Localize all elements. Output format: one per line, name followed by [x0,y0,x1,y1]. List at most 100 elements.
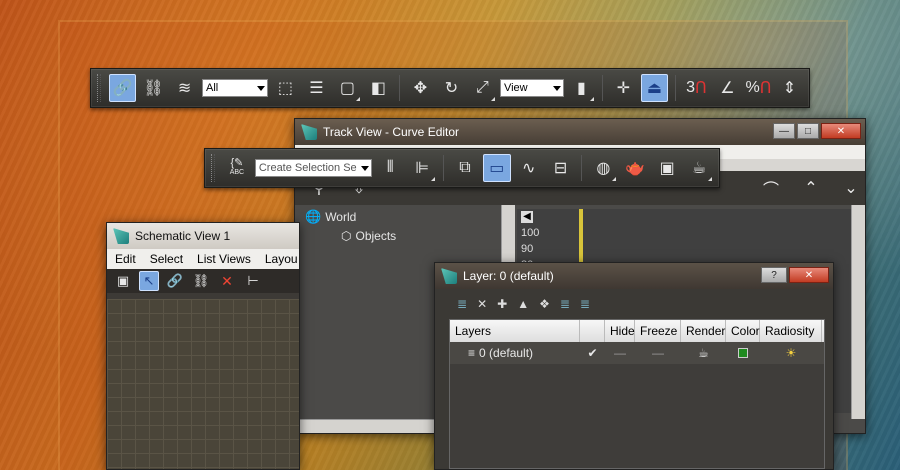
edit-named-selection-icon[interactable]: {✎ ABC [223,154,251,182]
material-editor-icon[interactable]: ◍ [589,154,617,182]
y-tick-90: 90 [521,243,534,255]
hide-toggle[interactable]: — [605,342,635,364]
schematic-canvas[interactable] [107,299,299,469]
named-selection-dropdown[interactable]: Create Selection Se [254,159,373,177]
layer-window-controls: ? ✕ [761,267,829,283]
col-radiosity[interactable]: Radiosity [760,320,822,342]
maximize-button[interactable]: □ [797,123,819,139]
select-in-layer-icon[interactable]: ▲ [517,297,529,311]
active-check-icon[interactable]: ✔ [580,342,605,364]
connect-icon[interactable]: 🔗 [165,271,185,291]
menu-list-views[interactable]: List Views [197,252,251,266]
highlight-layer-icon[interactable]: ❖ [539,297,550,311]
manipulate-icon[interactable]: ✛ [610,74,637,102]
layer-name-cell[interactable]: ≡ 0 (default) [450,342,580,364]
globe-icon: 🌐 [305,209,322,224]
select-and-move-icon[interactable]: ✥ [407,74,434,102]
mirror-icon[interactable]: ⫴ [376,154,404,182]
window-crossing-icon[interactable]: ◧ [365,74,392,102]
spinner-snap-icon[interactable]: ⇕ [776,74,803,102]
select-object-icon[interactable]: ⬚ [272,74,299,102]
tangent-auto-icon[interactable]: ⌒ [757,174,785,202]
rendered-frame-window-icon[interactable]: ▣ [653,154,681,182]
toolbar-separator [581,155,583,181]
schematic-view-icon[interactable]: ⊟ [547,154,575,182]
hide-all-layers-icon[interactable]: ≣ [560,297,570,311]
rectangular-selection-icon[interactable]: ▢ [334,74,361,102]
bind-space-warp-icon[interactable]: ≋ [171,74,198,102]
select-and-link-icon[interactable]: 🔗 [108,74,136,102]
radiosity-sun-icon[interactable]: ☀ [760,342,822,364]
col-render[interactable]: Render [681,320,726,342]
col-spacer [580,320,605,342]
layer-table-header: Layers Hide Freeze Render Color Radiosit… [450,320,824,342]
selection-filter-value: All [206,82,219,94]
reference-coordinate-dropdown[interactable]: View [499,79,564,97]
tangent-fast-icon[interactable]: ⌃ [797,174,825,202]
unlink-selection-icon[interactable]: ⛓ [140,74,167,102]
keyboard-shortcut-override-icon[interactable]: ⏏ [640,74,668,102]
col-color[interactable]: Color [726,320,760,342]
add-to-layer-icon[interactable]: ✚ [497,297,507,311]
cube-icon: ⬡ [341,229,352,243]
freeze-toggle[interactable]: — [635,342,681,364]
selection-filter-dropdown[interactable]: All [202,79,268,97]
col-layers[interactable]: Layers [450,320,580,342]
toolbar-grip[interactable] [97,74,101,102]
layer-table: Layers Hide Freeze Render Color Radiosit… [449,319,825,469]
track-view-titlebar[interactable]: Track View - Curve Editor — □ ✕ [295,119,865,145]
select-icon[interactable]: ↖ [139,271,159,291]
select-and-scale-icon[interactable]: ⤢ [469,74,496,102]
curve-editor-icon[interactable]: ∿ [515,154,543,182]
layer-titlebar[interactable]: Layer: 0 (default) ? ✕ [435,263,833,289]
layer-color-swatch[interactable] [738,348,748,358]
menu-layout[interactable]: Layou [265,252,298,266]
pivot-center-icon[interactable]: ▮ [568,74,595,102]
col-freeze[interactable]: Freeze [635,320,681,342]
create-layer-icon[interactable]: ≣ [457,297,467,311]
close-button[interactable]: ✕ [821,123,861,139]
tree-item-world-label: World [325,210,357,224]
unlink-selected-icon[interactable]: ⛓ [191,271,211,291]
percent-snap-icon[interactable]: % ᑎ [745,74,772,102]
track-view-title: Track View - Curve Editor [323,125,460,139]
freeze-all-layers-icon[interactable]: ≣ [580,297,590,311]
layer-manager-icon[interactable]: ⧉ [451,154,479,182]
close-button[interactable]: ✕ [789,267,829,283]
help-button[interactable]: ? [761,267,787,283]
schematic-view-window: Schematic View 1 Edit Select List Views … [106,222,300,470]
layer-window: Layer: 0 (default) ? ✕ ≣ ✕ ✚ ▲ ❖ ≣ ≣ Lay… [434,262,834,470]
align-icon[interactable]: ⊫ [408,154,436,182]
curve-v-scrollbar[interactable] [851,205,865,419]
display-floater-icon[interactable]: ▣ [113,271,133,291]
select-and-rotate-icon[interactable]: ↻ [438,74,465,102]
layer-title: Layer: 0 (default) [463,269,554,283]
col-hide[interactable]: Hide [605,320,635,342]
toggle-ribbon-icon[interactable]: ▭ [482,154,511,182]
delete-objects-icon[interactable]: ✕ [217,271,237,291]
render-setup-icon[interactable]: 🫖 [621,154,649,182]
schematic-menubar: Edit Select List Views Layou [107,249,299,269]
schematic-title: Schematic View 1 [135,229,231,243]
tangent-slow-icon[interactable]: ⌄ [837,174,865,202]
curve-left-arrow-icon: ◀ [521,211,533,223]
tree-item-world[interactable]: 🌐 World [305,209,505,225]
select-by-name-icon[interactable]: ☰ [303,74,330,102]
menu-select[interactable]: Select [150,252,183,266]
hierarchy-mode-icon[interactable]: ⊢ [243,271,263,291]
color-swatch-cell[interactable] [726,342,760,364]
tree-item-objects-label: Objects [355,229,397,243]
menu-edit[interactable]: Edit [115,252,136,266]
render-teapot-icon[interactable]: ☕ [681,342,726,364]
render-production-icon[interactable]: ☕ [685,154,713,182]
toolbar-grip[interactable] [211,154,215,182]
delete-layer-icon[interactable]: ✕ [477,297,487,311]
tree-item-objects[interactable]: ⬡ Objects [341,229,505,243]
table-row[interactable]: ≡ 0 (default) ✔ — — ☕ ☀ [450,342,824,364]
schematic-titlebar[interactable]: Schematic View 1 [107,223,299,249]
minimize-button[interactable]: — [773,123,795,139]
snaps-toggle-icon[interactable]: 3ᑎ [683,74,710,102]
angle-snap-icon[interactable]: ∠ [714,74,741,102]
schematic-toolbar: ▣ ↖ 🔗 ⛓ ✕ ⊢ [107,269,299,293]
layer-stack-icon: ≡ [468,346,476,360]
